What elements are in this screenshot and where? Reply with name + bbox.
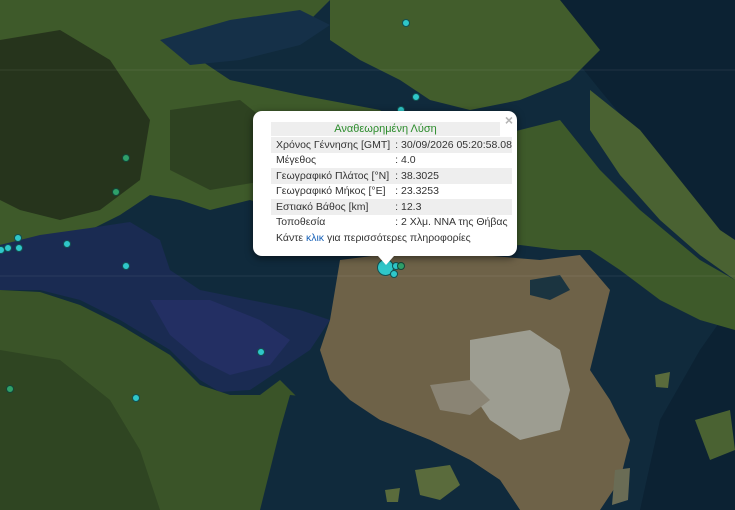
table-row: Γεωγραφικό Μήκος [°E] : 23.3253 [271, 184, 512, 200]
earthquake-marker[interactable] [15, 244, 23, 252]
magnitude-label: Μέγεθος [276, 154, 317, 167]
earthquake-marker[interactable] [390, 270, 398, 278]
latitude-value: : 38.3025 [390, 168, 512, 184]
longitude-value: : 23.3253 [395, 185, 439, 198]
earthquake-marker[interactable] [6, 385, 14, 393]
origin-time-label: Χρόνος Γέννησης [GMT] [271, 137, 391, 153]
earthquake-marker[interactable] [63, 240, 71, 248]
more-info-suffix: για περισσότερες πληροφορίες [324, 232, 471, 244]
earthquake-marker[interactable] [132, 394, 140, 402]
more-info-prefix: Κάντε [276, 232, 306, 244]
location-value: : 2 Χλμ. ΝΝΑ της Θήβας [395, 216, 508, 229]
event-details-table: Χρόνος Γέννησης [GMT] : 30/09/2026 05:20… [271, 137, 512, 230]
kea-island [612, 468, 630, 505]
table-row: Τοποθεσία : 2 Χλμ. ΝΝΑ της Θήβας [271, 215, 512, 231]
earthquake-marker[interactable] [112, 188, 120, 196]
depth-label: Εστιακό Βάθος [km] [271, 199, 391, 215]
longitude-label: Γεωγραφικό Μήκος [°E] [276, 185, 386, 198]
earthquake-marker[interactable] [397, 262, 405, 270]
depth-value: : 12.3 [390, 199, 512, 215]
close-icon[interactable]: × [505, 113, 513, 127]
table-row: Χρόνος Γέννησης [GMT] : 30/09/2026 05:20… [271, 137, 512, 153]
earthquake-marker[interactable] [122, 154, 130, 162]
origin-time-value: : 30/09/2026 05:20:58.08 [390, 137, 512, 153]
table-row: Μέγεθος : 4.0 [271, 153, 512, 169]
islet-2 [385, 488, 400, 502]
earthquake-marker[interactable] [14, 234, 22, 242]
more-info-line: Κάντε κλικ για περισσότερες πληροφορίες [271, 232, 500, 244]
earthquake-marker[interactable] [412, 93, 420, 101]
earthquake-marker[interactable] [122, 262, 130, 270]
popup-title: Αναθεωρημένη Λύση [271, 122, 500, 136]
earthquake-marker[interactable] [257, 348, 265, 356]
location-label: Τοποθεσία [276, 216, 326, 229]
earthquake-marker[interactable] [402, 19, 410, 27]
earthquake-popup: × Αναθεωρημένη Λύση Χρόνος Γέννησης [GMT… [253, 111, 517, 265]
latitude-label: Γεωγραφικό Πλάτος [°N] [271, 168, 391, 184]
popup-tip [378, 256, 394, 265]
table-row: Γεωγραφικό Πλάτος [°N] : 38.3025 [271, 168, 512, 184]
magnitude-value: : 4.0 [395, 154, 416, 167]
earthquake-marker[interactable] [4, 244, 12, 252]
table-row: Εστιακό Βάθος [km] : 12.3 [271, 199, 512, 215]
more-info-link[interactable]: κλικ [306, 232, 324, 244]
